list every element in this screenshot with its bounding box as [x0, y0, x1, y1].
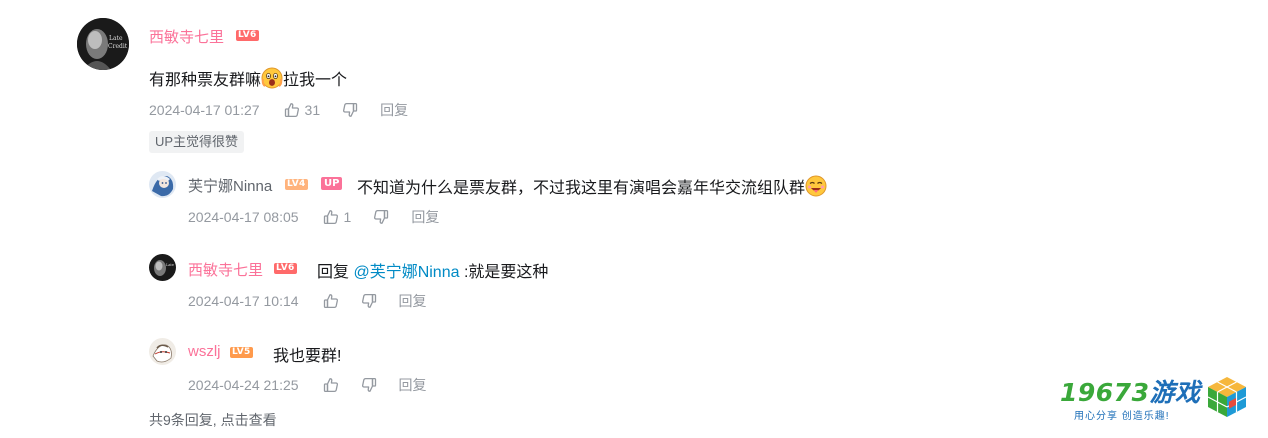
avatar-image: [149, 338, 176, 365]
reply-content: 不知道为什么是票友群，不过我这里有演唱会嘉年华交流组队群: [357, 174, 827, 198]
reply-avatar[interactable]: [149, 171, 176, 198]
shocked-emoji-icon: [261, 67, 283, 89]
thumbs-down-icon: [343, 102, 358, 117]
reply-button[interactable]: 回复: [399, 291, 427, 311]
reply-meta: 2024-04-17 10:14 回复: [188, 291, 427, 311]
dislike-button[interactable]: [361, 377, 377, 393]
level-badge: LV5: [230, 347, 253, 358]
svg-text:Late: Late: [166, 263, 174, 267]
avatar-image: Late Credit: [77, 18, 129, 70]
reply-button[interactable]: 回复: [380, 100, 408, 120]
reply-username[interactable]: 芙宁娜Ninna: [188, 175, 272, 196]
comment-username[interactable]: 西敏寺七里: [149, 26, 224, 47]
watermark-title: 19673游戏: [1060, 378, 1201, 407]
reply-username[interactable]: 西敏寺七里: [188, 259, 263, 280]
reply-content: 回复 @芙宁娜Ninna :就是要这种: [317, 264, 549, 281]
reply-button[interactable]: 回复: [399, 375, 427, 395]
level-badge: LV6: [236, 30, 259, 41]
avatar-image: Late: [149, 254, 176, 281]
thumbs-down-icon: [361, 377, 376, 392]
dislike-button[interactable]: [361, 293, 377, 309]
level-badge: LV4: [285, 179, 308, 190]
thumbs-up-icon: [323, 294, 338, 309]
like-button[interactable]: [323, 293, 339, 309]
reply-button[interactable]: 回复: [411, 207, 439, 227]
reply-meta: 2024-04-17 08:05 1 回复: [188, 207, 440, 227]
reply-meta: 2024-04-24 21:25 回复: [188, 375, 427, 395]
thumbs-up-icon: [323, 210, 338, 225]
avatar-image: [149, 171, 176, 198]
like-button[interactable]: 1: [323, 209, 352, 225]
avatar[interactable]: Late Credit: [77, 18, 129, 70]
like-count: 31: [304, 102, 321, 118]
reply-avatar[interactable]: Late: [149, 254, 176, 281]
comment-time: 2024-04-17 01:27: [149, 102, 260, 118]
cube-logo-icon: [1207, 377, 1247, 417]
watermark-logo: 19673游戏 用心分享 创造乐趣!: [1060, 373, 1250, 425]
comment-meta: 2024-04-17 01:27 31 回复: [149, 101, 408, 119]
level-badge: LV6: [274, 263, 297, 274]
dislike-button[interactable]: [373, 209, 389, 225]
like-button[interactable]: [323, 377, 339, 393]
reply-avatar[interactable]: [149, 338, 176, 365]
drooling-emoji-icon: [805, 175, 827, 197]
like-count: 1: [343, 209, 352, 225]
svg-text:Credit: Credit: [108, 43, 128, 50]
reply-username[interactable]: wszlj: [188, 343, 221, 360]
watermark-subtitle: 用心分享 创造乐趣!: [1074, 411, 1170, 422]
mention-link[interactable]: @芙宁娜Ninna: [353, 264, 459, 281]
dislike-button[interactable]: [342, 102, 358, 118]
thumbs-down-icon: [374, 209, 389, 224]
up-badge: UP: [321, 177, 343, 190]
reply-content: 我也要群!: [273, 348, 342, 365]
view-all-replies-link[interactable]: 共9条回复, 点击查看: [149, 410, 277, 430]
like-button[interactable]: 31: [284, 102, 321, 118]
svg-text:Late: Late: [109, 35, 123, 42]
comment-content: 有那种票友群嘛 拉我一个: [149, 66, 347, 90]
thumbs-up-icon: [323, 378, 338, 393]
thumbs-down-icon: [361, 293, 376, 308]
up-liked-tag: UP主觉得很赞: [149, 131, 245, 153]
thumbs-up-icon: [284, 103, 299, 118]
